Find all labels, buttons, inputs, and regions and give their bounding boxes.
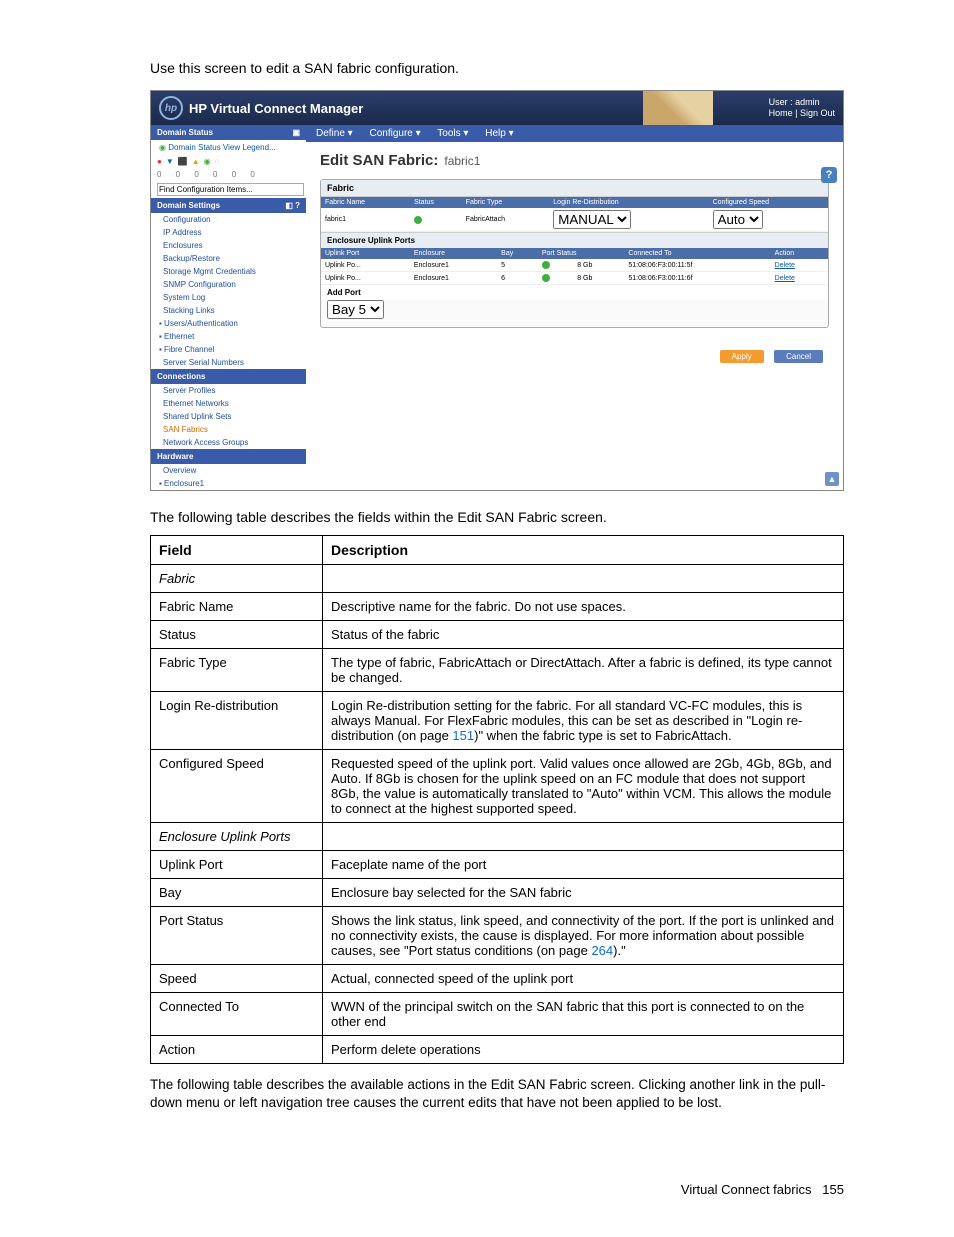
nav-domain-settings: Domain Settings◧ ? (151, 198, 306, 213)
table-row: StatusStatus of the fabric (151, 621, 844, 649)
table-row: BayEnclosure bay selected for the SAN fa… (151, 879, 844, 907)
col-field: Field (151, 536, 323, 565)
nav-item[interactable]: Ethernet Networks (151, 397, 306, 410)
menu-tools[interactable]: Tools ▾ (437, 128, 468, 139)
nav-item[interactable]: ▪ Fibre Channel (151, 343, 306, 356)
speed-select[interactable]: Auto (713, 210, 763, 229)
table-row: ActionPerform delete operations (151, 1036, 844, 1064)
app-header: hp HP Virtual Connect Manager User : adm… (151, 91, 843, 125)
status-ok-icon (542, 274, 550, 282)
nav-item[interactable]: Backup/Restore (151, 252, 306, 265)
main-panel: Define ▾ Configure ▾ Tools ▾ Help ▾ Edit… (306, 125, 843, 490)
nav-item[interactable]: Shared Uplink Sets (151, 410, 306, 423)
page-footer: Virtual Connect fabrics 155 (150, 1182, 844, 1197)
login-select[interactable]: MANUAL (553, 210, 631, 229)
bottom-note: The following table describes the availa… (150, 1076, 844, 1112)
delete-link[interactable]: Delete (775, 275, 795, 282)
nav-item[interactable]: Server Serial Numbers (151, 356, 306, 369)
nav-item[interactable]: ▪ Ethernet (151, 330, 306, 343)
add-port-label: Add Port (321, 285, 828, 300)
main-menu[interactable]: Define ▾ Configure ▾ Tools ▾ Help ▾ (306, 125, 843, 142)
nav-item[interactable]: ▪ Users/Authentication (151, 317, 306, 330)
nav-item[interactable]: Network Access Groups (151, 436, 306, 449)
nav-hardware: Hardware (151, 449, 306, 464)
user-info[interactable]: User : admin Home | Sign Out (769, 97, 835, 119)
app-title: HP Virtual Connect Manager (189, 101, 363, 116)
table-row: Login Re-distributionLogin Re-distributi… (151, 692, 844, 750)
table-row: Fabric NameDescriptive name for the fabr… (151, 593, 844, 621)
status-ok-icon (542, 261, 550, 269)
nav-view-legend[interactable]: ◉ Domain Status View Legend... (151, 140, 306, 155)
help-icon[interactable]: ? (821, 167, 837, 183)
nav-item[interactable]: Server Profiles (151, 384, 306, 397)
fabric-panel-header: Fabric (321, 180, 828, 197)
apply-button[interactable]: Apply (720, 350, 764, 363)
fabric-row: fabric1 FabricAttach MANUAL Auto (321, 208, 828, 232)
table-row: Enclosure Uplink Ports (151, 823, 844, 851)
fields-table: FieldDescription FabricFabric NameDescri… (150, 535, 844, 1064)
table-row: Fabric TypeThe type of fabric, FabricAtt… (151, 649, 844, 692)
col-description: Description (323, 536, 844, 565)
nav-item[interactable]: SNMP Configuration (151, 278, 306, 291)
sidebar: Domain Status▣ ◉ Domain Status View Lege… (151, 125, 306, 490)
nav-san-fabrics[interactable]: SAN Fabrics (151, 423, 306, 436)
uplink-row: Uplink Po...Enclosure158 Gb51:08:06:F3:0… (321, 259, 828, 272)
menu-configure[interactable]: Configure ▾ (370, 128, 421, 139)
nav-status-counts: 0 0 0 0 0 0 (151, 168, 306, 181)
table-row: Uplink PortFaceplate name of the port (151, 851, 844, 879)
table-row: Configured SpeedRequested speed of the u… (151, 750, 844, 823)
intro-text: Use this screen to edit a SAN fabric con… (150, 60, 844, 76)
nav-item[interactable]: Storage Mgmt Credentials (151, 265, 306, 278)
user-line1: User : admin (769, 97, 820, 107)
uplink-row: Uplink Po...Enclosure168 Gb51:08:06:F3:0… (321, 272, 828, 285)
nav-item[interactable]: System Log (151, 291, 306, 304)
menu-define[interactable]: Define ▾ (316, 128, 353, 139)
table-row: Connected ToWWN of the principal switch … (151, 993, 844, 1036)
app-screenshot: hp HP Virtual Connect Manager User : adm… (150, 90, 844, 491)
nav-item[interactable]: Enclosures (151, 239, 306, 252)
nav-item[interactable]: Stacking Links (151, 304, 306, 317)
cancel-button[interactable]: Cancel (774, 350, 823, 363)
nav-item[interactable]: IP Address (151, 226, 306, 239)
status-ok-icon (414, 216, 422, 224)
nav-item[interactable]: Configuration (151, 213, 306, 226)
fabric-name-input[interactable]: fabric1 (325, 216, 346, 223)
delete-link[interactable]: Delete (775, 262, 795, 269)
nav-find[interactable] (157, 183, 300, 196)
table-intro: The following table describes the fields… (150, 509, 844, 525)
page-title: Edit SAN Fabric:fabric1 (306, 142, 843, 179)
header-decoration (643, 91, 713, 125)
add-port-select[interactable]: Bay 5 (327, 300, 384, 319)
table-row: SpeedActual, connected speed of the upli… (151, 965, 844, 993)
nav-status-icons: ●▼⬛▲◉◌ (151, 155, 306, 168)
uplink-header: Enclosure Uplink Ports (321, 232, 828, 248)
fabric-table: Fabric NameStatusFabric TypeLogin Re-Dis… (321, 197, 828, 232)
nav-item[interactable]: Overview (151, 464, 306, 477)
hp-logo-icon: hp (159, 96, 183, 120)
scroll-top-icon[interactable]: ▲ (825, 472, 839, 486)
nav-domain-status: Domain Status▣ (151, 125, 306, 140)
uplink-table: Uplink PortEnclosureBayPort StatusConnec… (321, 248, 828, 285)
table-row: Port StatusShows the link status, link s… (151, 907, 844, 965)
nav-item[interactable]: ▪ Enclosure1 (151, 477, 306, 490)
menu-help[interactable]: Help ▾ (485, 128, 513, 139)
fabric-panel: Fabric Fabric NameStatusFabric TypeLogin… (320, 179, 829, 328)
table-row: Fabric (151, 565, 844, 593)
user-line2[interactable]: Home | Sign Out (769, 108, 835, 118)
nav-connections: Connections (151, 369, 306, 384)
